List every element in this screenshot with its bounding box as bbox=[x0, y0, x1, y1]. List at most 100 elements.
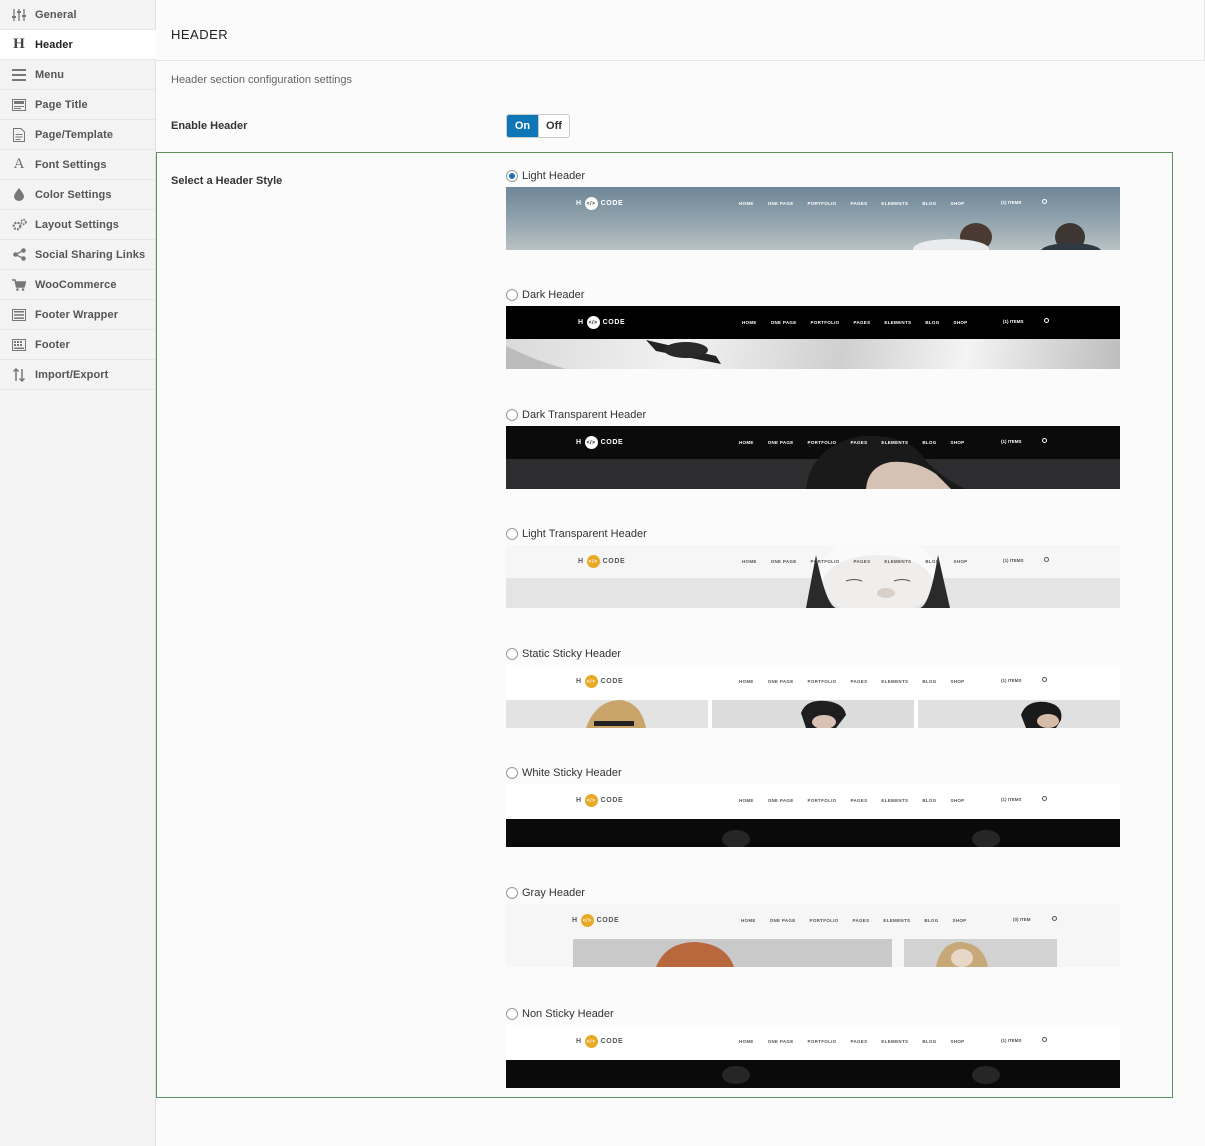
share-icon bbox=[11, 247, 27, 263]
page-title-icon bbox=[11, 97, 27, 113]
radio-label: Static Sticky Header bbox=[522, 648, 622, 660]
cart-label: (1) ITEMS bbox=[1003, 319, 1024, 324]
cart-icon bbox=[11, 277, 27, 293]
preview-static-sticky-header[interactable]: H </> CODE HOME ONE PAGE PORTFOLIO PAGES ELEME… bbox=[506, 665, 1120, 728]
sidebar: General H Header Menu Page Title Page/Te… bbox=[0, 0, 156, 1146]
radio-dark-transparent-header[interactable]: Dark Transparent Header bbox=[506, 407, 646, 423]
header-style-field: Select a Header Style Light Header H </> C… bbox=[156, 152, 1173, 1098]
radio-static-sticky-header[interactable]: Static Sticky Header bbox=[506, 646, 621, 662]
radio-button[interactable] bbox=[506, 289, 518, 301]
preview-non-sticky-header[interactable]: H </> CODE HOME ONE PAGE PORTFOLIO PAGES ELEME… bbox=[506, 1025, 1120, 1088]
radio-dark-header[interactable]: Dark Header bbox=[506, 287, 584, 303]
sidebar-item-color-settings[interactable]: Color Settings bbox=[0, 180, 155, 210]
radio-light-transparent-header[interactable]: Light Transparent Header bbox=[506, 526, 647, 542]
h-icon: H bbox=[13, 36, 25, 52]
preview-dark-transparent-header[interactable]: H </> CODE HOME ONE PAGE PORTFOLIO PAGES ELEME… bbox=[506, 426, 1120, 489]
cart-label: (1) ITEMS bbox=[1003, 558, 1024, 563]
sidebar-item-footer-wrapper[interactable]: Footer Wrapper bbox=[0, 300, 155, 330]
preview-navbar: H </> CODE HOME ONE PAGE PORTFOLIO PAGES ELEME… bbox=[506, 904, 1120, 937]
cart-label: (1) ITEMS bbox=[1001, 797, 1022, 802]
nav-links: HOME ONE PAGE PORTFOLIO PAGES ELEMENTS BLOG SH… bbox=[739, 679, 965, 684]
sidebar-item-footer[interactable]: Footer bbox=[0, 330, 155, 360]
preview-light-header[interactable]: H </> CODE HOME ONE PAGE PORTFOLIO PAGES ELEME… bbox=[506, 187, 1120, 250]
enable-header-off-button[interactable]: Off bbox=[538, 115, 569, 137]
sidebar-item-social-sharing[interactable]: Social Sharing Links bbox=[0, 240, 155, 270]
preview-navbar: H </> CODE HOME ONE PAGE PORTFOLIO PAGES ELEME… bbox=[506, 545, 1120, 578]
cart-label: (0) ITEM bbox=[1013, 917, 1031, 922]
nav-links: HOME ONE PAGE PORTFOLIO PAGES ELEMENTS BLOG SH… bbox=[739, 440, 965, 445]
radio-button[interactable] bbox=[506, 887, 518, 899]
preview-white-sticky-header[interactable]: H </> CODE HOME ONE PAGE PORTFOLIO PAGES ELEME… bbox=[506, 784, 1120, 847]
radio-light-header[interactable]: Light Header bbox=[506, 168, 585, 184]
sidebar-item-label: Header bbox=[35, 38, 73, 51]
search-icon bbox=[1042, 677, 1047, 682]
nav-links: HOME ONE PAGE PORTFOLIO PAGES ELEMENTS BLOG SH… bbox=[739, 1039, 965, 1044]
sidebar-item-woocommerce[interactable]: WooCommerce bbox=[0, 270, 155, 300]
radio-button[interactable] bbox=[506, 409, 518, 421]
nav-links: HOME ONE PAGE PORTFOLIO PAGES ELEMENTS BLOG SH… bbox=[742, 559, 968, 564]
droplet-icon bbox=[11, 187, 27, 203]
radio-button[interactable] bbox=[506, 1008, 518, 1020]
gears-icon bbox=[11, 217, 27, 233]
search-icon bbox=[1042, 438, 1047, 443]
sidebar-item-page-template[interactable]: Page/Template bbox=[0, 120, 155, 150]
header-style-option: Light Header H </> CODE HOME ONE PAGE PORTFO… bbox=[506, 168, 1120, 250]
logo: H </> CODE bbox=[576, 436, 623, 449]
header-style-label: Select a Header Style bbox=[171, 175, 283, 187]
import-export-icon bbox=[11, 367, 27, 383]
header-style-option: Dark Header H </> CODE HOME ONE PAGE PORTFOL… bbox=[506, 287, 1120, 369]
sidebar-item-label: Social Sharing Links bbox=[35, 248, 146, 261]
preview-dark-header[interactable]: H </> CODE HOME ONE PAGE PORTFOLIO PAGES ELEME… bbox=[506, 306, 1120, 369]
radio-button[interactable] bbox=[506, 170, 518, 182]
sidebar-item-header[interactable]: H Header bbox=[0, 30, 156, 60]
radio-label: Light Transparent Header bbox=[522, 528, 647, 540]
enable-header-switch: On Off bbox=[506, 114, 570, 138]
header-style-option: White Sticky Header H </> CODE HOME ONE PAG… bbox=[506, 765, 1120, 847]
sidebar-item-layout-settings[interactable]: Layout Settings bbox=[0, 210, 155, 240]
radio-button[interactable] bbox=[506, 767, 518, 779]
sidebar-item-label: Footer bbox=[35, 338, 70, 351]
sidebar-item-import-export[interactable]: Import/Export bbox=[0, 360, 155, 390]
radio-white-sticky-header[interactable]: White Sticky Header bbox=[506, 765, 622, 781]
preview-light-transparent-header[interactable]: H </> CODE HOME ONE PAGE PORTFOLIO PAGES ELEME… bbox=[506, 545, 1120, 608]
main-panel: HEADER Header section configuration sett… bbox=[156, 0, 1205, 1146]
logo: H </> CODE bbox=[576, 675, 623, 688]
search-icon bbox=[1044, 557, 1049, 562]
logo: H </> CODE bbox=[578, 555, 625, 568]
sidebar-item-label: Layout Settings bbox=[35, 218, 120, 231]
radio-label: Light Header bbox=[522, 170, 585, 182]
search-icon bbox=[1042, 199, 1047, 204]
nav-links: HOME ONE PAGE PORTFOLIO PAGES ELEMENTS BLOG SH… bbox=[742, 320, 968, 325]
radio-label: Non Sticky Header bbox=[522, 1008, 614, 1020]
preview-navbar: H </> CODE HOME ONE PAGE PORTFOLIO PAGES ELEME… bbox=[506, 665, 1120, 698]
sidebar-item-label: Page Title bbox=[35, 98, 88, 111]
logo: H </> CODE bbox=[572, 914, 619, 927]
cart-label: (1) ITEMS bbox=[1001, 200, 1022, 205]
radio-button[interactable] bbox=[506, 648, 518, 660]
cart-label: (1) ITEMS bbox=[1001, 439, 1022, 444]
radio-non-sticky-header[interactable]: Non Sticky Header bbox=[506, 1006, 614, 1022]
radio-label: White Sticky Header bbox=[522, 767, 622, 779]
nav-links: HOME ONE PAGE PORTFOLIO PAGES ELEMENTS BLOG SH… bbox=[739, 201, 965, 206]
header-style-option: Gray Header H </> CODE HOME ONE PAGE PORTFOL… bbox=[506, 885, 1120, 967]
preview-navbar: H </> CODE HOME ONE PAGE PORTFOLIO PAGES ELEME… bbox=[506, 784, 1120, 817]
sidebar-item-menu[interactable]: Menu bbox=[0, 60, 155, 90]
radio-button[interactable] bbox=[506, 528, 518, 540]
search-icon bbox=[1052, 916, 1057, 921]
sidebar-item-page-title[interactable]: Page Title bbox=[0, 90, 155, 120]
nav-links: HOME ONE PAGE PORTFOLIO PAGES ELEMENTS BLOG SH… bbox=[739, 798, 965, 803]
preview-navbar: H </> CODE HOME ONE PAGE PORTFOLIO PAGES ELEME… bbox=[506, 1025, 1120, 1058]
sidebar-item-font-settings[interactable]: A Font Settings bbox=[0, 150, 155, 180]
enable-header-label: Enable Header bbox=[171, 120, 248, 132]
page-title: HEADER bbox=[171, 27, 229, 42]
footer-wrapper-icon bbox=[11, 307, 27, 323]
preview-gray-header[interactable]: H </> CODE HOME ONE PAGE PORTFOLIO PAGES ELEME… bbox=[506, 904, 1120, 967]
footer-icon bbox=[11, 337, 27, 353]
search-icon bbox=[1042, 1037, 1047, 1042]
enable-header-on-button[interactable]: On bbox=[507, 115, 538, 137]
sidebar-item-label: Import/Export bbox=[35, 368, 109, 381]
radio-label: Dark Transparent Header bbox=[522, 409, 647, 421]
radio-gray-header[interactable]: Gray Header bbox=[506, 885, 585, 901]
sidebar-item-general[interactable]: General bbox=[0, 0, 155, 30]
sidebar-item-label: Footer Wrapper bbox=[35, 308, 119, 321]
